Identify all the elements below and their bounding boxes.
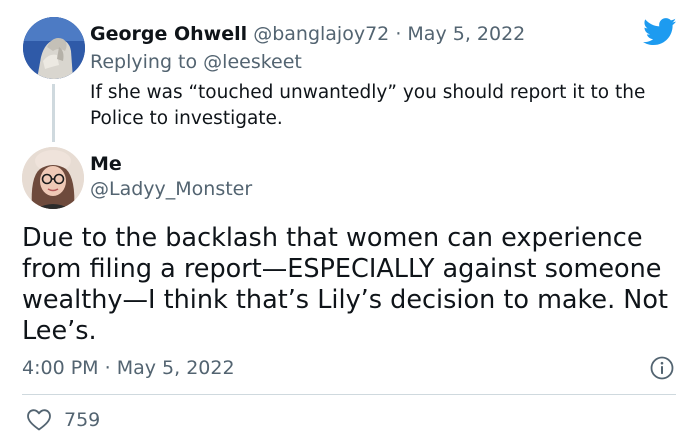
replying-to-prefix: Replying to xyxy=(90,51,198,73)
twitter-bird-icon[interactable] xyxy=(643,18,677,46)
statue-avatar-image xyxy=(23,17,85,79)
parent-author-name[interactable]: George Ohwell xyxy=(90,23,247,45)
parent-author-avatar[interactable] xyxy=(23,17,85,79)
user-avatar[interactable] xyxy=(22,147,84,209)
parent-tweet-date[interactable]: May 5, 2022 xyxy=(407,23,525,45)
header-separator: · xyxy=(395,23,402,45)
thread-connector-line xyxy=(52,84,55,142)
like-count: 759 xyxy=(64,409,101,431)
tweet-time: 4:00 PM xyxy=(22,357,99,379)
parent-tweet-text: If she was “touched unwantedly” you shou… xyxy=(90,82,646,129)
parent-author-handle[interactable]: @banglajoy72 xyxy=(253,23,389,45)
replying-to-handle[interactable]: @leeskeet xyxy=(203,51,302,73)
parent-tweet-header: George Ohwell @banglajoy72 · May 5, 2022 xyxy=(90,21,525,47)
user-avatar-image xyxy=(22,147,84,209)
tweet-timestamp[interactable]: 4:00 PM · May 5, 2022 xyxy=(22,355,235,381)
tweet-author-name[interactable]: Me xyxy=(90,151,122,177)
replying-to-line: Replying to @leeskeet xyxy=(90,49,302,75)
timestamp-separator: · xyxy=(104,357,111,379)
tweet-author-handle[interactable]: @Ladyy_Monster xyxy=(90,176,252,202)
tweet-divider xyxy=(22,394,676,395)
tweet-date: May 5, 2022 xyxy=(116,357,235,379)
info-icon[interactable] xyxy=(650,356,674,380)
tweet-text: Due to the backlash that women can exper… xyxy=(22,223,668,346)
like-button[interactable]: 759 xyxy=(26,407,100,433)
heart-icon xyxy=(27,409,51,431)
